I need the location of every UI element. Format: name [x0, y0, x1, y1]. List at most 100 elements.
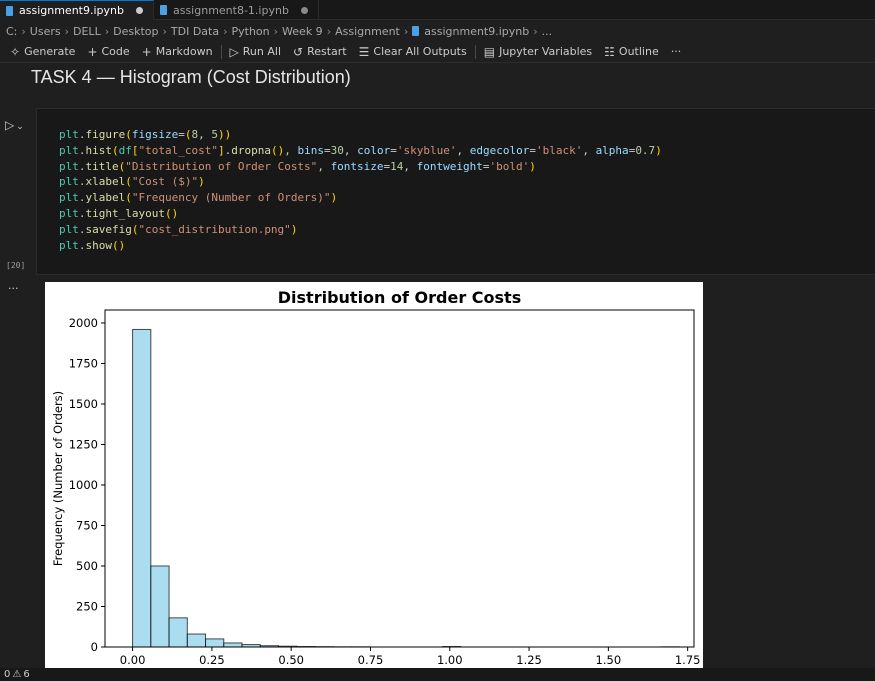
- restart-button[interactable]: ↺ Restart: [287, 42, 353, 62]
- breadcrumb-item[interactable]: assignment9.ipynb: [424, 25, 529, 38]
- chevron-right-icon: ›: [403, 24, 409, 38]
- code-line: plt.show(): [59, 238, 126, 252]
- jupyter-variables-label: Jupyter Variables: [499, 45, 593, 58]
- y-tick-label: 1500: [69, 397, 98, 411]
- run-all-button[interactable]: ▷ Run All: [224, 42, 287, 62]
- breadcrumb-item[interactable]: Desktop: [113, 25, 158, 38]
- breadcrumb-item[interactable]: ...: [542, 25, 553, 38]
- y-tick-label: 250: [76, 599, 98, 613]
- ellipsis-icon: ···: [670, 45, 682, 58]
- code-label: Code: [101, 45, 130, 58]
- add-code-button[interactable]: + Code: [81, 42, 135, 62]
- breadcrumb-item[interactable]: Python: [232, 25, 270, 38]
- tab-label: assignment8-1.ipynb: [172, 3, 289, 17]
- chart-title: Distribution of Order Costs: [278, 288, 521, 307]
- y-tick-label: 0: [91, 640, 98, 654]
- execution-count: [20]: [6, 261, 26, 270]
- outline-icon: ☷: [604, 44, 615, 59]
- y-tick-label: 1000: [69, 478, 98, 492]
- chevron-right-icon: ›: [533, 24, 538, 38]
- breadcrumb-item[interactable]: Assignment: [335, 25, 400, 38]
- run-all-label: Run All: [242, 45, 282, 58]
- tab-assignment9[interactable]: assignment9.ipynb: [0, 0, 154, 20]
- plot-frame: [104, 309, 695, 648]
- y-axis-label: Frequency (Number of Orders): [51, 391, 65, 566]
- clear-all-label: Clear All Outputs: [373, 45, 467, 58]
- y-tick-label: 1250: [69, 437, 98, 451]
- histogram-bar: [150, 565, 170, 648]
- histogram-chart: 0.00 0.25 0.50 0.75 1.00 1.25 1.50 1.75 0 250 500 7…: [51, 288, 701, 667]
- breadcrumb-item[interactable]: DELL: [73, 25, 101, 38]
- editor-tab-bar: assignment9.ipynb assignment8-1.ipynb: [0, 0, 875, 20]
- chevron-right-icon: ›: [223, 24, 228, 38]
- tab-assignment8-1[interactable]: assignment8-1.ipynb: [154, 0, 319, 20]
- sparkle-icon: ✧: [10, 44, 21, 59]
- histogram-bar: [132, 328, 152, 648]
- code-line: plt.xlabel("Cost ($)"): [59, 175, 205, 189]
- code-line: plt.title("Distribution of Order Costs",…: [59, 159, 536, 173]
- x-tick-label: 0.50: [278, 653, 304, 667]
- x-tick-label: 0.25: [199, 653, 225, 667]
- toolbar-divider: [474, 44, 476, 59]
- add-markdown-button[interactable]: + Markdown: [136, 42, 219, 62]
- chevron-right-icon: ›: [64, 24, 70, 38]
- histogram-output: 0.00 0.25 0.50 0.75 1.00 1.25 1.50 1.75 0 250 500 7…: [45, 282, 703, 668]
- outline-button[interactable]: ☷ Outline: [598, 42, 665, 62]
- x-tick-label: 1.25: [516, 653, 542, 667]
- restart-label: Restart: [307, 45, 347, 58]
- generate-label: Generate: [24, 45, 76, 58]
- restart-icon: ↺: [293, 44, 304, 59]
- y-tick-label: 1750: [69, 356, 98, 370]
- variables-icon: ▤: [483, 44, 496, 59]
- outline-label: Outline: [618, 45, 659, 58]
- x-tick-label: 1.75: [675, 653, 701, 667]
- toolbar-divider: [220, 44, 222, 59]
- jupyter-variables-button[interactable]: ▤ Jupyter Variables: [478, 42, 598, 62]
- histogram-bar: [205, 638, 225, 648]
- chevron-down-icon: ⌄: [16, 122, 24, 132]
- histogram-bar: [168, 617, 188, 648]
- unsaved-dot-icon[interactable]: [300, 6, 308, 14]
- warning-count[interactable]: 6: [23, 669, 29, 680]
- y-tick-label: 500: [76, 559, 98, 573]
- unsaved-dot-icon[interactable]: [135, 7, 143, 14]
- warning-icon: ⚠: [12, 669, 22, 680]
- histogram-bar: [186, 633, 207, 648]
- error-count[interactable]: 0: [4, 669, 10, 680]
- generate-button[interactable]: ✧ Generate: [4, 42, 81, 62]
- breadcrumb-item[interactable]: Week 9: [282, 25, 323, 38]
- markdown-heading: TASK 4 — Histogram (Cost Distribution): [31, 67, 351, 87]
- output-menu-button[interactable]: ···: [8, 282, 19, 295]
- breadcrumb-item[interactable]: C:: [6, 25, 17, 38]
- breadcrumb: C: › Users › DELL › Desktop › TDI Data › Pyth…: [0, 21, 875, 41]
- run-cell-icon: ▷: [5, 118, 15, 132]
- chevron-right-icon: ›: [162, 24, 167, 38]
- code-line: plt.figure(figsize=(8, 5)): [59, 128, 232, 141]
- y-tick-label: 2000: [69, 316, 98, 330]
- code-line: plt.hist(df["total_cost"].dropna(), bins…: [59, 143, 662, 157]
- breadcrumb-item[interactable]: TDI Data: [171, 25, 219, 38]
- chevron-right-icon: ›: [326, 24, 332, 38]
- notebook-toolbar: ✧ Generate + Code + Markdown ▷ Run All ↺…: [0, 41, 875, 63]
- clear-all-outputs-button[interactable]: ☰ Clear All Outputs: [353, 42, 473, 62]
- breadcrumb-item[interactable]: Users: [30, 25, 61, 38]
- x-tick-label: 0.00: [120, 653, 146, 667]
- x-tick-label: 1.00: [437, 653, 463, 667]
- code-line: plt.savefig("cost_distribution.png"): [59, 222, 298, 236]
- x-tick-label: 1.50: [596, 653, 622, 667]
- code-cell-editor[interactable]: plt.figure(figsize=(8, 5)) plt.hist(df["…: [36, 108, 875, 275]
- x-tick-label: 0.75: [358, 653, 384, 667]
- tab-label: assignment9.ipynb: [19, 4, 124, 17]
- histogram-bar: [223, 642, 243, 648]
- plus-icon: +: [87, 44, 98, 59]
- chevron-right-icon: ›: [273, 24, 279, 38]
- code-line: plt.ylabel("Frequency (Number of Orders)…: [59, 191, 338, 205]
- status-bar: 0 ⚠ 6: [0, 668, 875, 681]
- more-actions-button[interactable]: ···: [665, 42, 688, 62]
- y-tick-label: 750: [76, 518, 98, 532]
- markdown-label: Markdown: [155, 45, 213, 58]
- notebook-file-icon: [412, 26, 420, 36]
- clear-all-icon: ☰: [358, 44, 370, 59]
- run-cell-button[interactable]: ▷ ⌄: [5, 118, 24, 132]
- notebook-file-icon: [159, 5, 167, 15]
